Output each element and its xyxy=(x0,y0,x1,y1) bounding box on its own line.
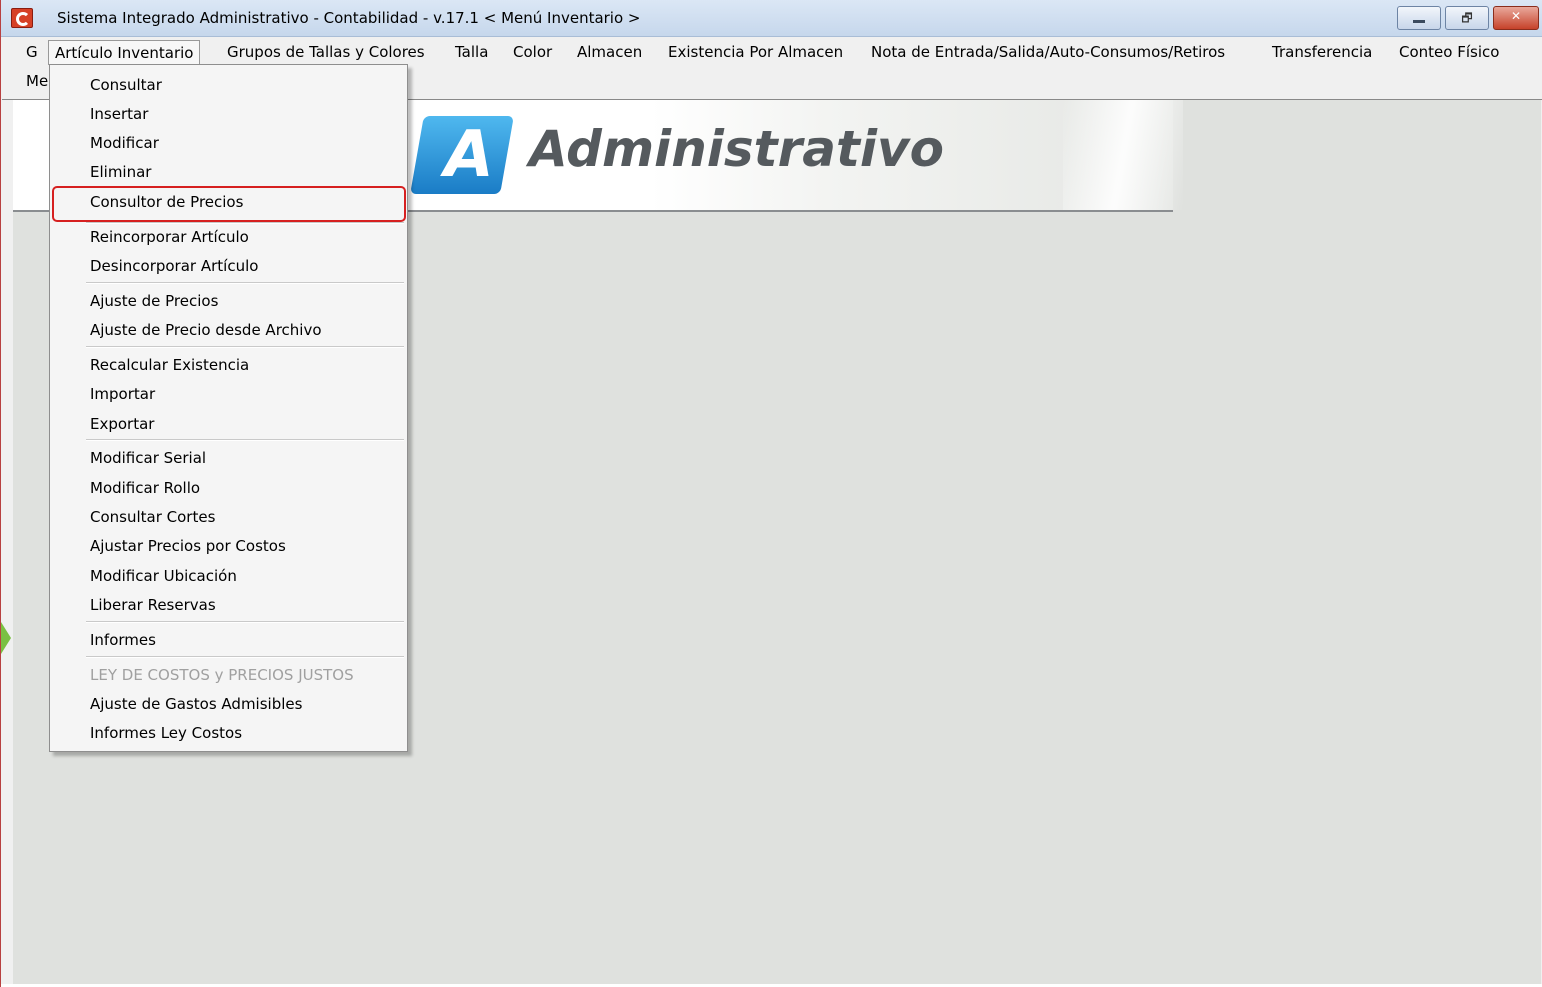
menu-separator xyxy=(86,656,404,658)
menu-conteo-fisico[interactable]: Conteo Físico xyxy=(1393,40,1505,64)
menu-item-modificar-ubicacion[interactable]: Modificar Ubicación xyxy=(90,564,237,588)
menu-separator xyxy=(86,222,404,224)
green-arrow-icon xyxy=(1,622,11,654)
menu-almacen[interactable]: Almacen xyxy=(571,40,648,64)
banner-title: Administrativo xyxy=(529,120,944,178)
menu-separator xyxy=(86,346,404,348)
logo-letter: A xyxy=(444,118,494,192)
window-controls: 🗗 ✕ xyxy=(1397,6,1539,30)
menu-item-ajuste-de-precios[interactable]: Ajuste de Precios xyxy=(90,289,218,313)
menu-item-exportar[interactable]: Exportar xyxy=(90,412,154,436)
menu-item-consultar-cortes[interactable]: Consultar Cortes xyxy=(90,505,215,529)
title-bar[interactable]: Sistema Integrado Administrativo - Conta… xyxy=(1,0,1542,37)
menu-item-modificar-rollo[interactable]: Modificar Rollo xyxy=(90,476,200,500)
window-title: Sistema Integrado Administrativo - Conta… xyxy=(57,9,641,27)
articulo-inventario-dropdown: Consultar Insertar Modificar Eliminar Co… xyxy=(49,64,408,752)
restore-button[interactable]: 🗗 xyxy=(1445,6,1489,30)
menu-item-insertar[interactable]: Insertar xyxy=(90,102,148,126)
menu-item-ajuste-gastos-admisibles[interactable]: Ajuste de Gastos Admisibles xyxy=(90,692,302,716)
menu-item-recalcular-existencia[interactable]: Recalcular Existencia xyxy=(90,353,249,377)
menu-separator xyxy=(86,621,404,623)
menu-item-importar[interactable]: Importar xyxy=(90,382,155,406)
restore-icon: 🗗 xyxy=(1461,11,1473,25)
menu-item-ajustar-precios-costos[interactable]: Ajustar Precios por Costos xyxy=(90,534,286,558)
menu-separator xyxy=(86,282,404,284)
menu-g[interactable]: G xyxy=(20,40,44,64)
menu-item-ajuste-precio-archivo[interactable]: Ajuste de Precio desde Archivo xyxy=(90,318,322,342)
highlight-box xyxy=(52,186,406,222)
menu-item-desincorporar-articulo[interactable]: Desincorporar Artículo xyxy=(90,254,258,278)
menu-articulo-inventario[interactable]: Artículo Inventario xyxy=(48,40,201,65)
menu-existencia-por-almacen[interactable]: Existencia Por Almacen xyxy=(662,40,849,64)
menu-item-informes[interactable]: Informes xyxy=(90,628,156,652)
menu-item-ley-de-costos: LEY DE COSTOS y PRECIOS JUSTOS xyxy=(90,666,354,684)
menu-grupos-tallas-colores[interactable]: Grupos de Tallas y Colores xyxy=(221,40,431,64)
menu-item-modificar-serial[interactable]: Modificar Serial xyxy=(90,446,206,470)
close-button[interactable]: ✕ xyxy=(1493,6,1539,30)
banner-decoration xyxy=(1063,100,1183,210)
menu-transferencia[interactable]: Transferencia xyxy=(1266,40,1378,64)
close-icon: ✕ xyxy=(1510,9,1522,23)
menu-item-modificar[interactable]: Modificar xyxy=(90,131,159,155)
minimize-icon xyxy=(1413,20,1425,23)
menu-item-consultar[interactable]: Consultar xyxy=(90,73,162,97)
menu-talla[interactable]: Talla xyxy=(449,40,494,64)
menu-item-eliminar[interactable]: Eliminar xyxy=(90,160,151,184)
app-window: Sistema Integrado Administrativo - Conta… xyxy=(0,0,1542,987)
menu-item-informes-ley-costos[interactable]: Informes Ley Costos xyxy=(90,721,242,745)
menu-nota-entrada-salida[interactable]: Nota de Entrada/Salida/Auto-Consumos/Ret… xyxy=(865,40,1231,64)
app-logo-icon[interactable] xyxy=(11,8,33,28)
menu-color[interactable]: Color xyxy=(507,40,558,64)
menu-separator xyxy=(86,439,404,441)
menu-item-reincorporar-articulo[interactable]: Reincorporar Artículo xyxy=(90,225,249,249)
minimize-button[interactable] xyxy=(1397,6,1441,30)
menu-item-liberar-reservas[interactable]: Liberar Reservas xyxy=(90,593,216,617)
